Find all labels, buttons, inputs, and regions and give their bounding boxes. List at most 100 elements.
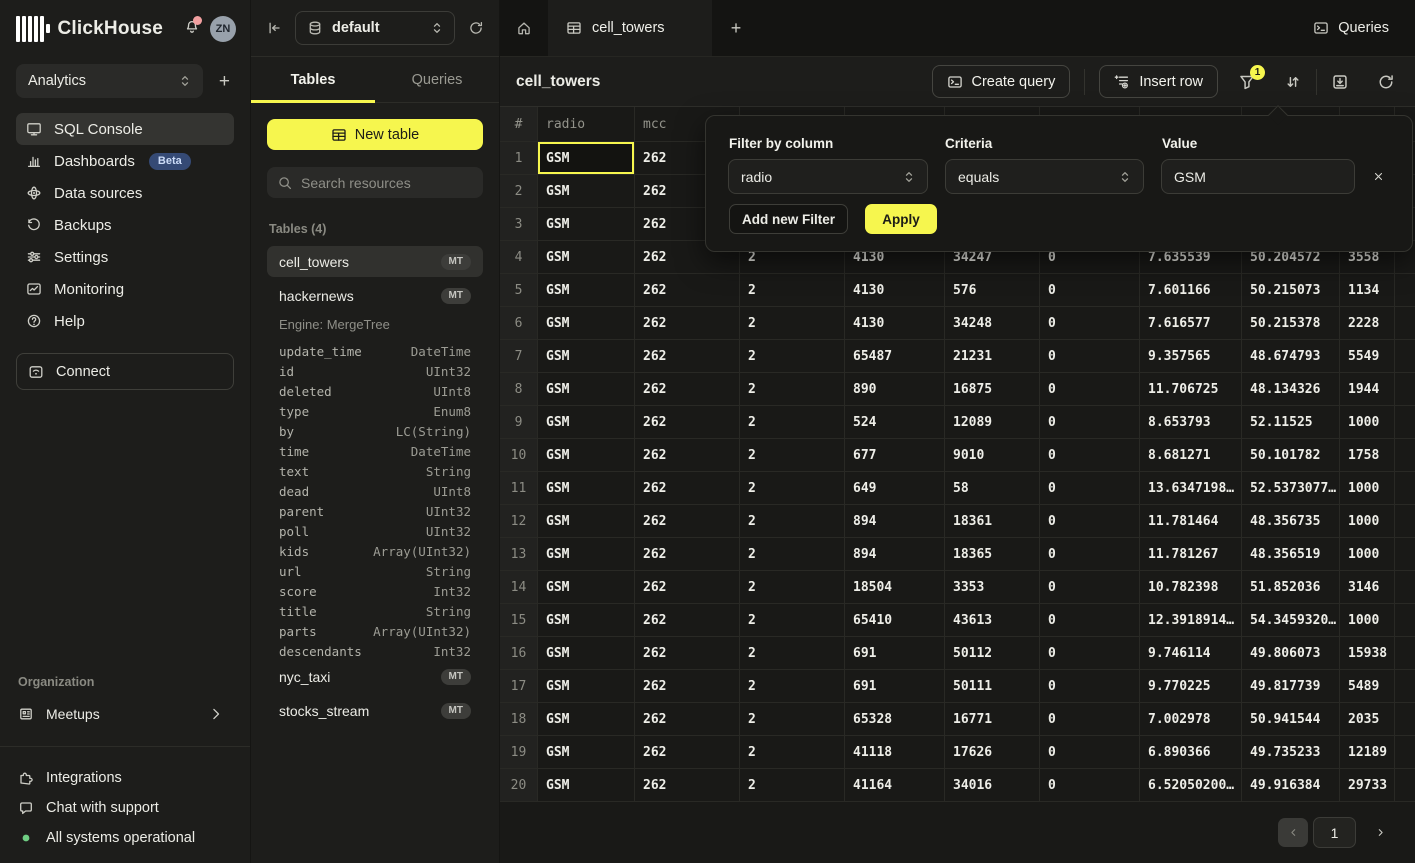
- grid-cell[interactable]: 262: [635, 406, 740, 438]
- grid-cell[interactable]: 48.356519: [1242, 538, 1340, 570]
- grid-cell[interactable]: 12089: [945, 406, 1040, 438]
- grid-cell[interactable]: 262: [635, 472, 740, 504]
- grid-cell[interactable]: 34016: [945, 769, 1040, 801]
- sidebar-item[interactable]: Data sources: [16, 177, 234, 209]
- grid-cell[interactable]: 12.3918914…: [1140, 604, 1242, 636]
- footer-item[interactable]: Integrations: [16, 763, 234, 793]
- filter-column-select[interactable]: radio: [728, 159, 928, 194]
- grid-cell[interactable]: GSM: [538, 571, 635, 603]
- row-number[interactable]: 14: [500, 571, 538, 603]
- grid-cell[interactable]: GSM: [538, 373, 635, 405]
- row-number[interactable]: 8: [500, 373, 538, 405]
- grid-cell[interactable]: 58: [945, 472, 1040, 504]
- connect-button[interactable]: Connect: [16, 353, 234, 390]
- grid-cell[interactable]: 13.6347198…: [1140, 472, 1242, 504]
- org-item[interactable]: Meetups: [16, 698, 234, 730]
- download-button[interactable]: [1331, 73, 1349, 91]
- grid-cell[interactable]: 2: [740, 538, 845, 570]
- grid-cell[interactable]: 0: [1040, 736, 1140, 768]
- grid-cell[interactable]: 5549: [1340, 340, 1395, 372]
- sidebar-item[interactable]: Backups: [16, 209, 234, 241]
- grid-cell[interactable]: 2: [740, 571, 845, 603]
- grid-cell[interactable]: 4130: [845, 274, 945, 306]
- grid-cell[interactable]: 2: [740, 604, 845, 636]
- grid-cell[interactable]: 2: [740, 670, 845, 702]
- grid-cell[interactable]: 49.817739: [1242, 670, 1340, 702]
- grid-header-cell[interactable]: radio: [538, 107, 635, 141]
- notifications-button[interactable]: [184, 19, 200, 38]
- grid-cell[interactable]: 262: [635, 703, 740, 735]
- grid-cell[interactable]: 262: [635, 340, 740, 372]
- explorer-tab[interactable]: Queries: [375, 57, 499, 102]
- grid-cell[interactable]: 0: [1040, 274, 1140, 306]
- grid-cell[interactable]: 52.11525: [1242, 406, 1340, 438]
- grid-cell[interactable]: 41118: [845, 736, 945, 768]
- grid-cell[interactable]: GSM: [538, 703, 635, 735]
- grid-cell[interactable]: 6.52050200…: [1140, 769, 1242, 801]
- grid-cell[interactable]: 262: [635, 307, 740, 339]
- grid-cell[interactable]: 52.5373077…: [1242, 472, 1340, 504]
- grid-cell[interactable]: GSM: [538, 604, 635, 636]
- grid-cell[interactable]: 18361: [945, 505, 1040, 537]
- sidebar-item[interactable]: Settings: [16, 241, 234, 273]
- grid-cell[interactable]: 0: [1040, 637, 1140, 669]
- grid-cell[interactable]: 262: [635, 571, 740, 603]
- row-number[interactable]: 20: [500, 769, 538, 801]
- grid-cell[interactable]: 262: [635, 538, 740, 570]
- grid-cell[interactable]: 1758: [1340, 439, 1395, 471]
- grid-cell[interactable]: 7.616577: [1140, 307, 1242, 339]
- grid-cell[interactable]: 49.916384: [1242, 769, 1340, 801]
- grid-cell[interactable]: 11.781267: [1140, 538, 1242, 570]
- row-number[interactable]: 9: [500, 406, 538, 438]
- grid-cell[interactable]: 4130: [845, 307, 945, 339]
- insert-row-button[interactable]: Insert row: [1099, 65, 1218, 98]
- filter-button[interactable]: 1: [1238, 73, 1256, 91]
- grid-cell[interactable]: 0: [1040, 703, 1140, 735]
- grid-cell[interactable]: GSM: [538, 736, 635, 768]
- sidebar-item[interactable]: Monitoring: [16, 273, 234, 305]
- next-page-button[interactable]: [1370, 826, 1390, 839]
- row-number[interactable]: 3: [500, 208, 538, 240]
- search-input[interactable]: [301, 175, 473, 191]
- workspace-select[interactable]: Analytics: [16, 64, 203, 98]
- refresh-button[interactable]: [1377, 73, 1395, 91]
- grid-cell[interactable]: 2: [740, 406, 845, 438]
- refresh-tables-icon[interactable]: [468, 20, 484, 36]
- row-number[interactable]: 7: [500, 340, 538, 372]
- grid-cell[interactable]: 29733: [1340, 769, 1395, 801]
- grid-cell[interactable]: 3146: [1340, 571, 1395, 603]
- grid-cell[interactable]: 2: [740, 340, 845, 372]
- grid-cell[interactable]: 10.782398: [1140, 571, 1242, 603]
- row-number[interactable]: 10: [500, 439, 538, 471]
- grid-cell[interactable]: 0: [1040, 439, 1140, 471]
- current-page-button[interactable]: 1: [1313, 817, 1356, 848]
- footer-item[interactable]: All systems operational: [16, 823, 234, 853]
- row-number[interactable]: 12: [500, 505, 538, 537]
- grid-cell[interactable]: 890: [845, 373, 945, 405]
- table-list-item[interactable]: cell_towers MT: [267, 246, 483, 277]
- grid-cell[interactable]: GSM: [538, 274, 635, 306]
- grid-cell[interactable]: GSM: [538, 769, 635, 801]
- grid-cell[interactable]: 65410: [845, 604, 945, 636]
- grid-cell[interactable]: 11.781464: [1140, 505, 1242, 537]
- grid-cell[interactable]: 15938: [1340, 637, 1395, 669]
- grid-cell[interactable]: 1000: [1340, 604, 1395, 636]
- grid-cell[interactable]: 6.890366: [1140, 736, 1242, 768]
- grid-cell[interactable]: 48.356735: [1242, 505, 1340, 537]
- grid-cell[interactable]: 65487: [845, 340, 945, 372]
- grid-cell[interactable]: 0: [1040, 571, 1140, 603]
- grid-cell[interactable]: 0: [1040, 769, 1140, 801]
- grid-cell[interactable]: 2: [740, 439, 845, 471]
- home-tab[interactable]: [500, 0, 548, 56]
- grid-cell[interactable]: 2: [740, 769, 845, 801]
- row-number[interactable]: 4: [500, 241, 538, 273]
- grid-cell[interactable]: 0: [1040, 472, 1140, 504]
- grid-cell[interactable]: 54.3459320…: [1242, 604, 1340, 636]
- grid-cell[interactable]: 2: [740, 703, 845, 735]
- collapse-sidebar-icon[interactable]: [266, 20, 282, 36]
- row-number[interactable]: 19: [500, 736, 538, 768]
- row-number[interactable]: 16: [500, 637, 538, 669]
- new-table-button[interactable]: New table: [267, 119, 483, 150]
- grid-cell[interactable]: 50112: [945, 637, 1040, 669]
- explorer-tab[interactable]: Tables: [251, 57, 375, 102]
